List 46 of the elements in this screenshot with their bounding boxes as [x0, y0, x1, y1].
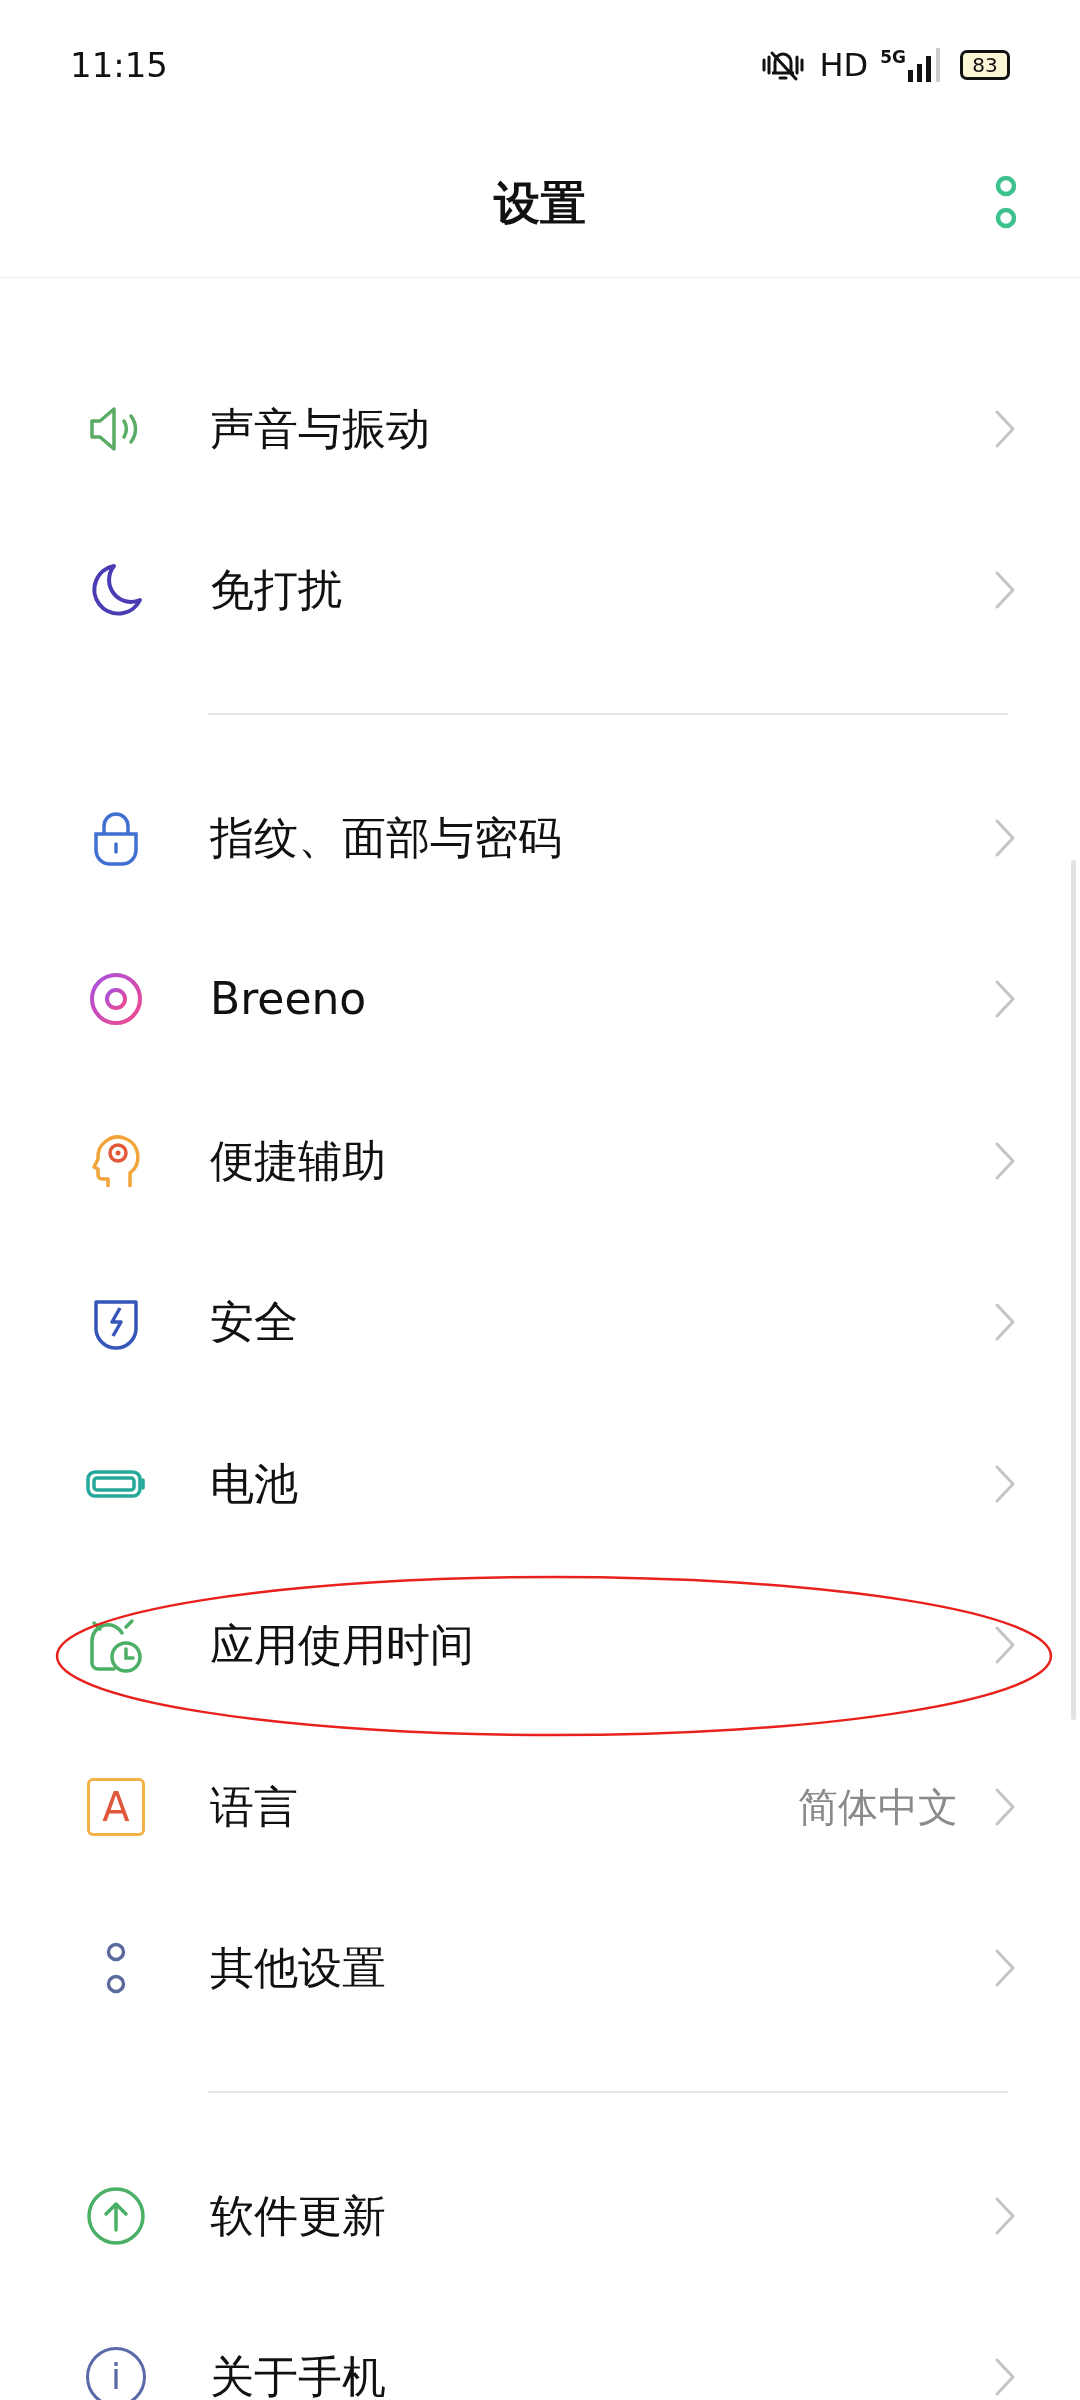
item-label: 便捷辅助: [210, 1133, 386, 1188]
item-label: 语言: [210, 1779, 298, 1834]
item-label: 软件更新: [210, 2188, 386, 2243]
chevron-right-icon: [994, 1786, 1016, 1827]
status-time: 11:15: [70, 43, 168, 87]
item-label: Breeno: [210, 972, 367, 1027]
hd-label: HD: [819, 45, 869, 86]
item-label: 电池: [210, 1456, 298, 1511]
settings-item[interactable]: i 关于手机: [0, 2296, 1080, 2400]
dots-icon: [106, 1942, 126, 1995]
chevron-right-icon: [994, 408, 1016, 449]
chevron-right-icon: [994, 979, 1016, 1020]
settings-item[interactable]: 便捷辅助: [0, 1080, 1080, 1242]
item-label: 声音与振动: [210, 401, 430, 456]
settings-item[interactable]: A 语言 简体中文: [0, 1726, 1080, 1888]
item-label: 其他设置: [210, 1941, 386, 1996]
item-label: 指纹、面部与密码: [210, 810, 562, 865]
chevron-right-icon: [994, 1140, 1016, 1181]
item-label: 免打扰: [210, 563, 342, 618]
settings-item[interactable]: 指纹、面部与密码: [0, 757, 1080, 919]
item-label: 关于手机: [210, 2350, 386, 2400]
item-value: 简体中文: [798, 1782, 958, 1832]
chevron-right-icon: [994, 1463, 1016, 1504]
settings-item[interactable]: 电池: [0, 1403, 1080, 1565]
info-icon: i: [86, 2347, 146, 2400]
more-options-icon[interactable]: [994, 174, 1018, 230]
settings-item[interactable]: 应用使用时间: [0, 1564, 1080, 1726]
settings-item[interactable]: 安全: [0, 1241, 1080, 1403]
settings-item[interactable]: 其他设置: [0, 1887, 1080, 2049]
chevron-right-icon: [994, 1302, 1016, 1343]
battery-indicator: 83: [960, 50, 1010, 80]
chevron-right-icon: [994, 2195, 1016, 2236]
chevron-right-icon: [994, 2357, 1016, 2398]
chevron-right-icon: [994, 1948, 1016, 1989]
network-label: 5G: [880, 49, 906, 66]
chevron-right-icon: [994, 1625, 1016, 1666]
settings-item[interactable]: 免打扰: [0, 509, 1080, 671]
page-title: 设置: [494, 175, 586, 232]
letter-icon: A: [87, 1777, 145, 1836]
chevron-right-icon: [994, 817, 1016, 858]
item-label: 应用使用时间: [210, 1618, 474, 1673]
chevron-right-icon: [994, 570, 1016, 611]
settings-item[interactable]: Breeno: [0, 918, 1080, 1080]
settings-item[interactable]: 软件更新: [0, 2135, 1080, 2297]
item-label: 安全: [210, 1295, 298, 1350]
settings-item[interactable]: 声音与振动: [0, 348, 1080, 510]
